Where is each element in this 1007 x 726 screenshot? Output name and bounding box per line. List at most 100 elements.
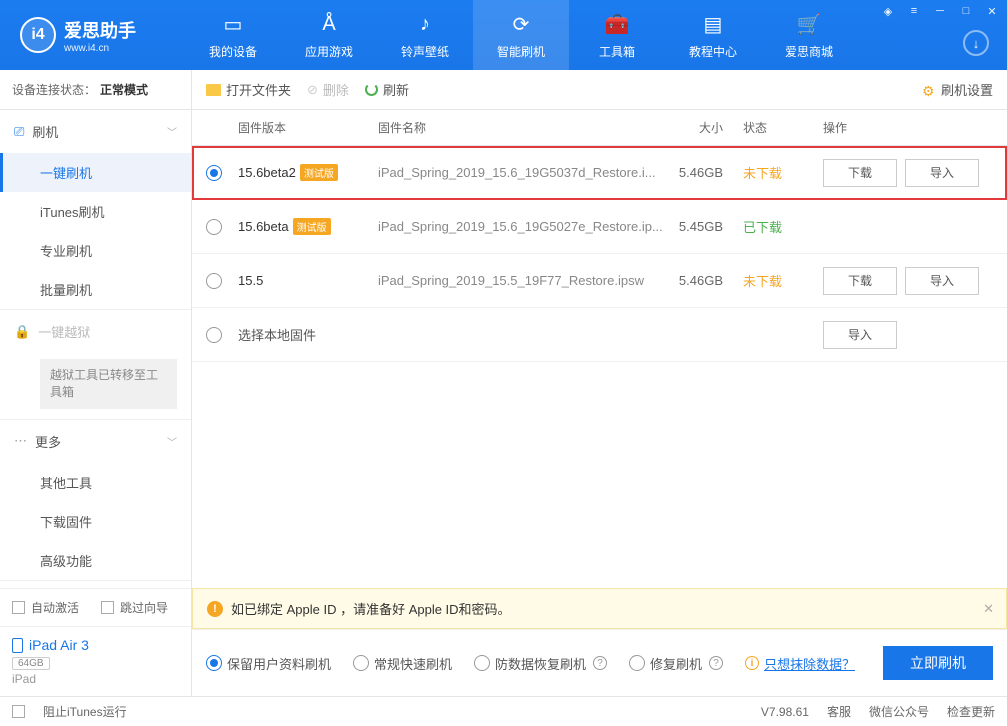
download-button[interactable]: 下载 [823,267,897,295]
jailbreak-note: 越狱工具已转移至工具箱 [40,359,177,409]
delete-button: ⊘删除 [307,80,349,99]
app-title: 爱思助手 [64,17,136,43]
sidebar-pro-flash[interactable]: 专业刷机 [0,231,191,270]
version-label: V7.98.61 [761,705,809,719]
erase-data-link[interactable]: 只想抹除数据？ [764,654,855,673]
firmware-version: 15.6beta [238,219,289,234]
refresh-nav-icon: ⟳ [507,11,535,39]
erase-link-wrap: i 只想抹除数据？ [745,654,855,673]
sidebar-other-tools[interactable]: 其他工具 [0,463,191,502]
opt-keep-data[interactable]: 保留用户资料刷机 [206,654,331,673]
flash-settings-button[interactable]: ⚙刷机设置 [922,80,993,99]
import-button[interactable]: 导入 [823,321,897,349]
download-button[interactable]: 下载 [823,159,897,187]
opt-antirecovery[interactable]: 防数据恢复刷机? [474,654,607,673]
nav-apps[interactable]: Å应用游戏 [281,0,377,70]
firmware-size: 5.45GB [663,219,743,234]
block-itunes-label: 阻止iTunes运行 [43,703,127,720]
delete-icon: ⊘ [307,82,318,98]
firmware-name: iPad_Spring_2019_15.6_19G5027e_Restore.i… [378,219,663,234]
sidebar-flash-header[interactable]: ⎚ 刷机 ﹀ [0,110,191,153]
sidebar-more-header[interactable]: ⋯ 更多 ﹀ [0,420,191,463]
device-info: iPad Air 3 64GB iPad [0,626,191,696]
firmware-status: 已下载 [743,217,823,236]
phone-icon: ▭ [219,11,247,39]
firmware-radio[interactable] [206,327,222,343]
music-icon: ♪ [411,11,439,39]
sidebar-download-fw[interactable]: 下载固件 [0,502,191,541]
connection-status: 设备连接状态：正常模式 [0,70,191,110]
toolbox-icon: 🧰 [603,11,631,39]
check-update-link[interactable]: 检查更新 [947,703,995,720]
customer-service-link[interactable]: 客服 [827,703,851,720]
close-warning-icon[interactable]: ✕ [983,601,994,617]
auto-activate-checkbox[interactable] [12,601,25,614]
win-close-icon[interactable]: ✕ [983,4,1001,18]
sidebar-onekey-flash[interactable]: 一键刷机 [0,153,191,192]
sidebar-advanced[interactable]: 高级功能 [0,541,191,580]
open-folder-button[interactable]: 打开文件夹 [206,80,291,99]
firmware-name: iPad_Spring_2019_15.5_19F77_Restore.ipsw [378,273,663,288]
firmware-version: 15.5 [238,273,263,288]
firmware-status: 未下载 [743,271,823,290]
nav-store[interactable]: 🛒爱思商城 [761,0,857,70]
radio-antirec-icon [474,655,490,671]
refresh-button[interactable]: 刷新 [365,80,409,99]
warning-icon: ! [207,601,223,617]
import-button[interactable]: 导入 [905,159,979,187]
nav-flash[interactable]: ⟳智能刷机 [473,0,569,70]
firmware-row[interactable]: 15.5 iPad_Spring_2019_15.5_19F77_Restore.… [192,254,1007,308]
import-button[interactable]: 导入 [905,267,979,295]
device-icon [12,638,23,653]
win-skin-icon[interactable]: ◈ [879,4,897,18]
firmware-row[interactable]: 选择本地固件 导入 [192,308,1007,362]
sidebar-jailbreak-header: 🔒 一键越狱 [0,310,191,353]
app-url: www.i4.cn [64,43,136,54]
nav-ringtones[interactable]: ♪铃声壁纸 [377,0,473,70]
flash-now-button[interactable]: 立即刷机 [883,646,993,680]
app-logo: i4 爱思助手 www.i4.cn [10,17,185,54]
firmware-radio[interactable] [206,219,222,235]
block-itunes-checkbox[interactable] [12,705,25,718]
firmware-radio[interactable] [206,165,222,181]
opt-repair[interactable]: 修复刷机? [629,654,723,673]
apps-icon: Å [315,11,343,39]
flash-icon: ⎚ [14,124,24,140]
activation-row: 自动激活 跳过向导 [0,588,191,626]
info-icon: i [745,656,759,670]
download-manager-icon[interactable]: ↓ [963,30,989,56]
device-storage: 64GB [12,657,50,670]
win-min-icon[interactable]: ─ [931,4,949,18]
local-firmware-label: 选择本地固件 [238,325,663,344]
win-max-icon[interactable]: □ [957,4,975,18]
nav-tutorials[interactable]: ▤教程中心 [665,0,761,70]
chevron-down-icon: ﹀ [167,434,177,449]
wechat-link[interactable]: 微信公众号 [869,703,929,720]
firmware-name: iPad_Spring_2019_15.6_19G5037d_Restore.i… [378,165,663,180]
more-icon: ⋯ [14,433,27,449]
opt-normal[interactable]: 常规快速刷机 [353,654,452,673]
beta-badge: 测试版 [293,218,331,235]
chevron-down-icon: ﹀ [167,124,177,139]
help-icon[interactable]: ? [593,656,607,670]
sidebar-batch-flash[interactable]: 批量刷机 [0,270,191,309]
firmware-size: 5.46GB [663,165,743,180]
firmware-row[interactable]: 15.6beta 测试版 iPad_Spring_2019_15.6_19G5027… [192,200,1007,254]
firmware-radio[interactable] [206,273,222,289]
nav-toolbox[interactable]: 🧰工具箱 [569,0,665,70]
firmware-size: 5.46GB [663,273,743,288]
firmware-row[interactable]: 15.6beta2 测试版 iPad_Spring_2019_15.6_19G503… [192,146,1007,200]
skip-guide-checkbox[interactable] [101,601,114,614]
folder-icon [206,84,221,96]
gear-icon: ⚙ [922,83,936,97]
appleid-warning: ! 如已绑定 Apple ID ，请准备好 Apple ID和密码。 ✕ [192,588,1007,629]
help-icon[interactable]: ? [709,656,723,670]
book-icon: ▤ [699,11,727,39]
sidebar-itunes-flash[interactable]: iTunes刷机 [0,192,191,231]
win-menu-icon[interactable]: ≡ [905,4,923,18]
cart-icon: 🛒 [795,11,823,39]
firmware-version: 15.6beta2 [238,165,296,180]
beta-badge: 测试版 [300,164,338,181]
nav-my-device[interactable]: ▭我的设备 [185,0,281,70]
device-type: iPad [12,672,179,686]
